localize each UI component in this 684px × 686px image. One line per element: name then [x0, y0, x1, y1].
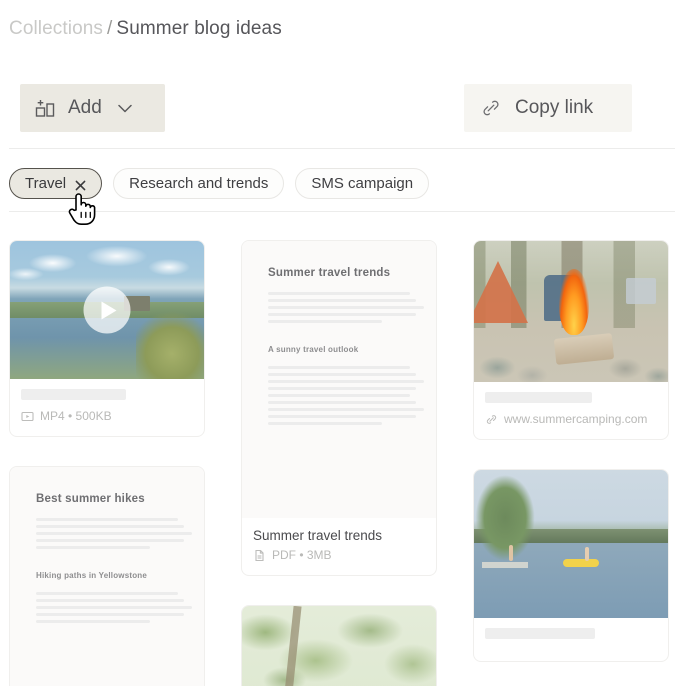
shrub-shape: [136, 307, 204, 379]
title-placeholder-bar: [21, 389, 126, 400]
pdf-card-meta: PDF • 3MB: [253, 548, 425, 562]
video-card-footer: MP4 • 500KB: [10, 379, 204, 436]
lake-thumbnail: [474, 470, 668, 618]
filter-chip-sms-campaign-label: SMS campaign: [311, 175, 414, 192]
filter-chip-travel-label: Travel: [25, 175, 67, 192]
asset-card-lake-image[interactable]: [473, 469, 669, 662]
breadcrumb-separator: /: [107, 18, 113, 39]
title-placeholder-bar: [485, 628, 595, 639]
dock-shape: [481, 561, 528, 568]
pdf-preview-subheading: A sunny travel outlook: [268, 345, 359, 354]
person-in-kayak: [584, 546, 589, 561]
chevron-down-icon[interactable]: [115, 98, 135, 118]
video-card-meta: MP4 • 500KB: [21, 409, 193, 423]
pdf-card-footer: Summer travel trends PDF • 3MB: [242, 518, 436, 575]
video-file-icon: [21, 410, 34, 423]
play-triangle: [101, 301, 117, 319]
video-thumbnail: [10, 241, 204, 379]
filter-chip-row: Travel Research and trends SMS campaign: [9, 168, 430, 199]
pdf-card-meta-text: PDF • 3MB: [272, 548, 332, 562]
add-button-label: Add: [68, 97, 102, 118]
person-on-dock: [508, 545, 513, 562]
link-card-meta-text: www.summercamping.com: [504, 412, 648, 426]
campfire-flame: [559, 269, 590, 336]
filter-chip-sms-campaign[interactable]: SMS campaign: [295, 168, 430, 199]
kayak-shape: [563, 558, 600, 567]
filter-chip-travel[interactable]: Travel: [9, 168, 103, 199]
link-card-footer: www.summercamping.com: [474, 382, 668, 439]
video-card-meta-text: MP4 • 500KB: [40, 409, 112, 423]
hikes-preview-heading: Best summer hikes: [36, 493, 145, 505]
grid-column-3: www.summercamping.com: [473, 240, 669, 686]
filter-divider: [9, 211, 675, 212]
hikes-preview-subheading: Hiking paths in Yellowstone: [36, 571, 148, 580]
title-placeholder-bar: [485, 392, 592, 403]
copy-link-button[interactable]: Copy link: [464, 84, 632, 132]
breadcrumb: Collections / Summer blog ideas: [9, 18, 282, 40]
asset-card-link[interactable]: www.summercamping.com: [473, 240, 669, 440]
asset-card-hikes-doc[interactable]: Best summer hikes Hiking paths in Yellow…: [9, 466, 205, 686]
filter-chip-research-and-trends-label: Research and trends: [129, 175, 269, 192]
copy-link-label: Copy link: [515, 97, 594, 118]
close-icon[interactable]: [75, 178, 86, 191]
asset-card-video[interactable]: MP4 • 500KB: [9, 240, 205, 437]
pdf-preview-heading: Summer travel trends: [268, 267, 391, 279]
pdf-card-title: Summer travel trends: [253, 528, 383, 543]
asset-card-pdf[interactable]: Summer travel trends A sunny travel outl…: [241, 240, 437, 576]
pdf-file-icon: [253, 549, 266, 562]
breadcrumb-collections-link[interactable]: Collections: [9, 18, 103, 39]
campfire-thumbnail: [474, 241, 668, 382]
pdf-document-preview: Summer travel trends A sunny travel outl…: [242, 241, 436, 518]
lake-card-footer: [474, 618, 668, 661]
link-icon: [480, 97, 502, 119]
toolbar: Add Copy link: [0, 84, 684, 132]
forest-canopy-thumbnail: [242, 606, 436, 686]
filter-chip-research-and-trends[interactable]: Research and trends: [113, 168, 285, 199]
grid-column-2: Summer travel trends A sunny travel outl…: [241, 240, 437, 686]
toolbar-divider: [9, 148, 675, 149]
link-card-meta: www.summercamping.com: [485, 412, 657, 426]
tent-shape: [474, 260, 528, 323]
add-button[interactable]: Add: [20, 84, 165, 132]
canopy-foliage: [242, 606, 436, 686]
play-icon[interactable]: [83, 286, 131, 334]
asset-card-trees-image[interactable]: [241, 605, 437, 686]
camp-chair-shape: [626, 277, 657, 304]
grid-column-1: MP4 • 500KB Best summer hikes Hiking pat…: [9, 240, 205, 686]
link-icon: [485, 413, 498, 426]
add-to-collection-icon: [34, 97, 56, 119]
breadcrumb-current-title: Summer blog ideas: [116, 18, 282, 39]
hikes-document-preview: Best summer hikes Hiking paths in Yellow…: [10, 467, 204, 686]
collection-detail-page: Collections / Summer blog ideas Add Copy…: [0, 0, 684, 686]
